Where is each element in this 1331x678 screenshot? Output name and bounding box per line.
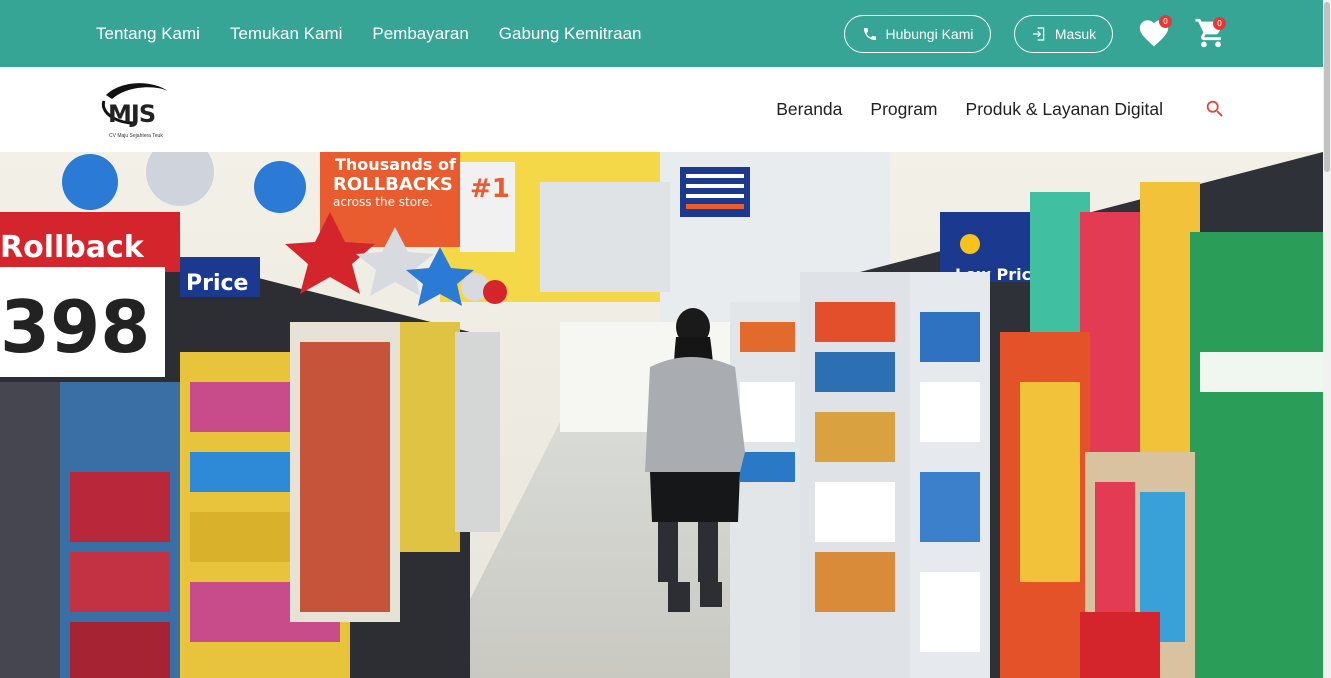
top-nav-temukan-kami[interactable]: Temukan Kami xyxy=(230,24,342,44)
login-icon xyxy=(1031,26,1047,42)
sign-number-one: #1 xyxy=(470,174,510,204)
cart-icon xyxy=(1194,18,1228,54)
main-nav: Beranda Program Produk & Layanan Digital xyxy=(776,67,1163,152)
sign-price: Price xyxy=(186,271,248,296)
heart-icon xyxy=(1137,20,1171,54)
top-nav-gabung-kemitraan[interactable]: Gabung Kemitraan xyxy=(499,24,642,44)
nav-beranda[interactable]: Beranda xyxy=(776,99,842,120)
nav-produk-layanan-digital[interactable]: Produk & Layanan Digital xyxy=(966,99,1163,120)
search-button[interactable] xyxy=(1204,98,1226,120)
logo-text: MJS xyxy=(108,100,156,128)
contact-button[interactable]: Hubungi Kami xyxy=(844,15,991,53)
top-nav-tentang-kami[interactable]: Tentang Kami xyxy=(96,24,200,44)
hero-banner: Rollback 398 Price Thousands of ROLLBACK… xyxy=(0,152,1323,678)
logo-subtitle: CV Maju Sejahtera Teuk xyxy=(109,133,163,139)
cart-button[interactable]: 0 xyxy=(1194,16,1228,50)
sign-across: across the store. xyxy=(333,195,433,209)
cart-count-badge: 0 xyxy=(1213,17,1226,30)
sign-rollback: Rollback xyxy=(0,230,145,265)
main-header: MJS CV Maju Sejahtera Teuk Beranda Progr… xyxy=(0,67,1323,152)
top-nav: Tentang Kami Temukan Kami Pembayaran Gab… xyxy=(96,0,641,67)
sign-price-big: 398 xyxy=(0,285,150,369)
login-label: Masuk xyxy=(1054,26,1097,42)
top-nav-pembayaran[interactable]: Pembayaran xyxy=(372,24,468,44)
search-icon xyxy=(1204,100,1226,124)
contact-label: Hubungi Kami xyxy=(885,26,974,42)
nav-program[interactable]: Program xyxy=(870,99,937,120)
login-button[interactable]: Masuk xyxy=(1014,15,1113,53)
sign-thousands: Thousands of xyxy=(335,155,457,174)
wishlist-count-badge: 0 xyxy=(1159,15,1172,28)
wishlist-button[interactable]: 0 xyxy=(1137,15,1172,50)
phone-icon xyxy=(862,26,878,42)
scrollbar-thumb[interactable] xyxy=(1324,2,1330,172)
sign-rollbacks: ROLLBACKS xyxy=(333,174,453,195)
top-bar: Tentang Kami Temukan Kami Pembayaran Gab… xyxy=(0,0,1323,67)
logo[interactable]: MJS CV Maju Sejahtera Teuk xyxy=(98,77,182,143)
page-scrollbar[interactable] xyxy=(1323,0,1331,678)
hero-image: Rollback 398 Price Thousands of ROLLBACK… xyxy=(0,152,1323,678)
